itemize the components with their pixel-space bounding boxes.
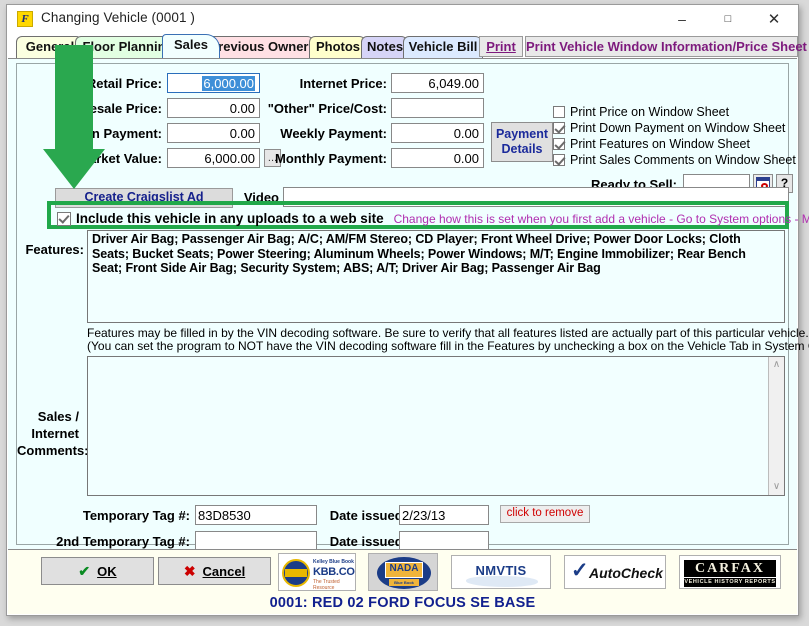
print-option-features-label: Print Features on Window Sheet xyxy=(570,137,750,151)
carfax-logo[interactable]: CARFAX VEHICLE HISTORY REPORTS xyxy=(679,555,781,589)
scroll-up-icon[interactable]: ∧ xyxy=(769,358,784,372)
print-option-sales-comments-label: Print Sales Comments on Window Sheet xyxy=(570,153,796,167)
sales-form-panel: Retail Price: 6,000.00 Wholesale Price: … xyxy=(16,63,809,551)
kbb-logo-text: KBB.COM xyxy=(313,566,355,578)
nada-logo-text: NADA xyxy=(389,563,419,574)
temp-tag-1-label: Temporary Tag #: xyxy=(82,508,190,523)
tab-strip: General Floor Planning Sales Previous Ow… xyxy=(7,34,807,58)
monthly-payment-label: Monthly Payment: xyxy=(275,151,387,166)
include-on-web-row[interactable]: Include this vehicle in any uploads to a… xyxy=(57,211,809,226)
check-icon: ✔ xyxy=(78,563,91,579)
comments-label-line3: Comments: xyxy=(17,443,89,458)
changing-vehicle-window: F Changing Vehicle (0001 ) – □ ✕ General… xyxy=(6,4,809,616)
other-price-label: "Other" Price/Cost: xyxy=(267,101,387,116)
print-option-price[interactable]: Print Price on Window Sheet xyxy=(553,105,729,119)
checkbox-print-features[interactable] xyxy=(553,138,565,150)
internet-price-input[interactable]: 6,049.00 xyxy=(391,73,484,93)
comments-label-line1: Sales / xyxy=(37,409,79,424)
date-issued-1-input[interactable]: 2/23/13 xyxy=(399,505,489,525)
kbb-logo-sub: Kelley Blue Book xyxy=(313,559,354,565)
nmvtis-logo[interactable]: NMVTIS xyxy=(451,555,551,589)
print-option-price-label: Print Price on Window Sheet xyxy=(570,105,730,119)
ok-button[interactable]: ✔ OK xyxy=(41,557,154,585)
monthly-payment-input[interactable]: 0.00 xyxy=(391,148,484,168)
app-root: F Changing Vehicle (0001 ) – □ ✕ General… xyxy=(0,0,809,626)
nada-logo[interactable]: NADA Blue Book xyxy=(368,553,438,591)
wholesale-price-input[interactable]: 0.00 xyxy=(167,98,260,118)
print-option-down-payment-label: Print Down Payment on Window Sheet xyxy=(570,121,786,135)
checkbox-print-price[interactable] xyxy=(553,106,565,118)
comments-scrollbar[interactable]: ∧ ∨ xyxy=(768,357,784,495)
sales-tab-panel: Retail Price: 6,000.00 Wholesale Price: … xyxy=(8,58,809,551)
comments-label-line2: Internet xyxy=(31,426,79,441)
include-on-web-label: Include this vehicle in any uploads to a… xyxy=(76,211,384,226)
vehicle-summary-line: 0001: RED 02 FORD FOCUS SE BASE xyxy=(269,595,536,611)
date-issued-1-label: Date issued: xyxy=(329,508,407,523)
print-option-sales-comments[interactable]: Print Sales Comments on Window Sheet xyxy=(553,153,796,167)
arrow-shaft xyxy=(55,45,93,151)
features-note-line2: (You can set the program to NOT have the… xyxy=(87,339,809,353)
comments-textarea[interactable]: ∧ ∨ xyxy=(87,356,785,496)
weekly-payment-label: Weekly Payment: xyxy=(280,126,387,141)
close-button[interactable]: ✕ xyxy=(751,5,797,34)
tab-vehicle-bill[interactable]: Vehicle Bill xyxy=(403,36,483,58)
temp-tag-2-input[interactable] xyxy=(195,531,317,551)
tab-photos[interactable]: Photos xyxy=(309,36,367,58)
title-bar: F Changing Vehicle (0001 ) – □ ✕ xyxy=(7,5,798,34)
autocheck-logo-text: AutoCheck xyxy=(589,565,663,581)
date-issued-2-label: Date issued: xyxy=(329,534,407,549)
maximize-button[interactable]: □ xyxy=(705,5,751,34)
print-label: Print xyxy=(486,39,516,54)
footer-bar: ✔ OK ✖ Cancel Kelley Blue Book KBB.COM The… xyxy=(8,549,797,614)
features-textarea[interactable]: Driver Air Bag; Passenger Air Bag; A/C; … xyxy=(87,230,785,323)
carfax-logo-sub: VEHICLE HISTORY REPORTS xyxy=(684,578,776,587)
cancel-button[interactable]: ✖ Cancel xyxy=(158,557,271,585)
retail-price-value: 6,000.00 xyxy=(202,76,255,91)
autocheck-check-icon: ✓ xyxy=(571,559,589,582)
internet-price-label: Internet Price: xyxy=(299,76,387,91)
tab-sales[interactable]: Sales xyxy=(162,34,220,58)
temp-tag-2-label: 2nd Temporary Tag #: xyxy=(56,534,190,549)
scroll-down-icon[interactable]: ∨ xyxy=(769,480,784,494)
nada-logo-sub: Blue Book xyxy=(389,579,419,586)
checkbox-print-down-payment[interactable] xyxy=(553,122,565,134)
green-down-arrow xyxy=(43,45,105,190)
print-window-sheet-button[interactable]: Print Vehicle Window Information/Price S… xyxy=(525,36,807,57)
down-payment-input[interactable]: 0.00 xyxy=(167,123,260,143)
weekly-payment-input[interactable]: 0.00 xyxy=(391,123,484,143)
app-icon: F xyxy=(17,11,33,27)
cancel-label: Cancel xyxy=(202,564,246,579)
checkbox-print-sales-comments[interactable] xyxy=(553,154,565,166)
payment-details-line1: Payment xyxy=(495,127,549,141)
arrow-head xyxy=(43,149,105,189)
other-price-input[interactable] xyxy=(391,98,484,118)
print-option-features[interactable]: Print Features on Window Sheet xyxy=(553,137,750,151)
tab-notes[interactable]: Notes xyxy=(361,36,409,58)
autocheck-logo[interactable]: ✓ AutoCheck xyxy=(564,555,666,589)
features-label: Features: xyxy=(25,242,84,257)
click-to-remove-button[interactable]: click to remove xyxy=(500,505,590,523)
checkbox-include-on-web[interactable] xyxy=(57,212,71,226)
temp-tag-1-input[interactable]: 83D8530 xyxy=(195,505,317,525)
ok-label: OK xyxy=(97,564,117,579)
print-button[interactable]: Print xyxy=(479,36,523,57)
window-title: Changing Vehicle (0001 ) xyxy=(41,10,196,25)
date-issued-2-input[interactable] xyxy=(399,531,489,551)
carfax-logo-text: CARFAX xyxy=(684,560,776,577)
payment-details-line2: Details xyxy=(501,142,543,156)
x-icon: ✖ xyxy=(183,563,196,579)
payment-details-button[interactable]: Payment Details xyxy=(491,122,553,162)
market-value-input[interactable]: 6,000.00 xyxy=(167,148,260,168)
print-option-down-payment[interactable]: Print Down Payment on Window Sheet xyxy=(553,121,785,135)
retail-price-input[interactable]: 6,000.00 xyxy=(167,73,260,93)
include-on-web-hint: Change how this is set when you first ad… xyxy=(393,212,809,226)
kbb-logo[interactable]: Kelley Blue Book KBB.COM The Trusted Res… xyxy=(278,553,356,591)
minimize-button[interactable]: – xyxy=(659,5,705,34)
features-text: Driver Air Bag; Passenger Air Bag; A/C; … xyxy=(92,232,746,275)
